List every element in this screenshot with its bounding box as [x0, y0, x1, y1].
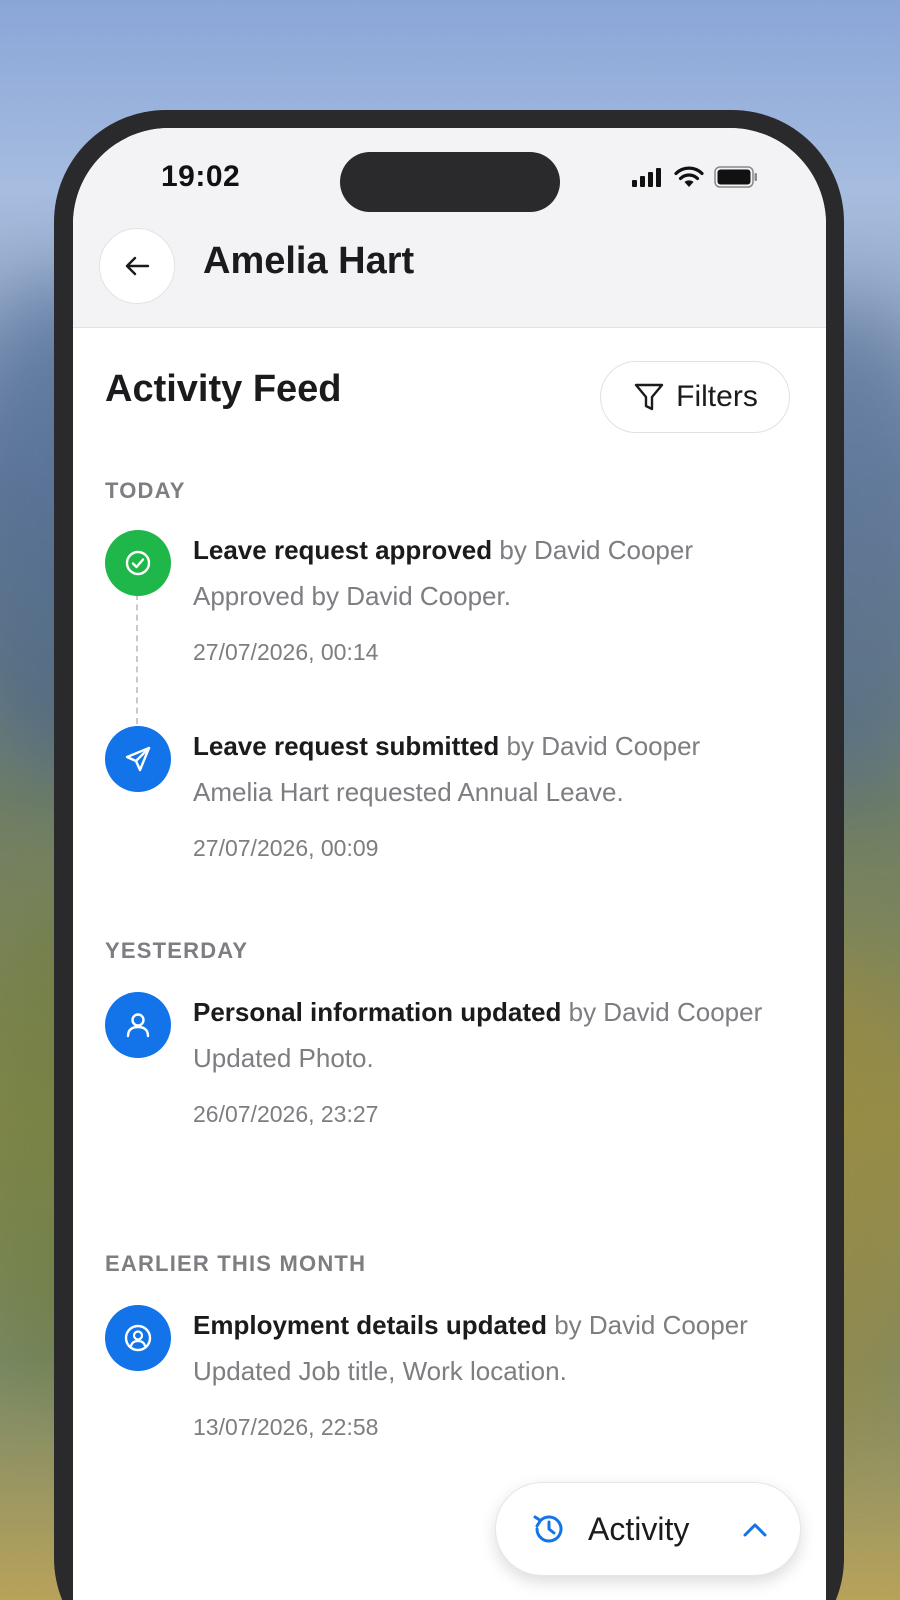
activity-label: Activity [588, 1510, 690, 1547]
filter-icon [634, 383, 664, 411]
user-circle-icon [105, 1305, 171, 1371]
arrow-left-icon [125, 256, 150, 276]
activity-actor: by David Cooper [506, 731, 701, 761]
user-icon [105, 992, 171, 1058]
activity-action: Leave request approved [193, 535, 493, 565]
activity-actor: by David Cooper [499, 535, 694, 565]
timeline-connector [136, 594, 138, 724]
activity-actor: by David Cooper [568, 997, 763, 1027]
activity-action: Leave request submitted [193, 731, 500, 761]
status-icons [632, 166, 758, 188]
page-title: Amelia Hart [203, 240, 415, 282]
check-circle-icon [105, 530, 171, 596]
activity-description: Updated Photo. [193, 1043, 374, 1073]
section-label-today: TODAY [105, 478, 186, 503]
feed-title: Activity Feed [105, 368, 342, 410]
phone-screen: 19:02 Amelia Hart Activity Feed Filters … [73, 128, 826, 1600]
dynamic-island [340, 152, 560, 212]
status-time: 19:02 [161, 160, 241, 193]
back-button[interactable] [99, 228, 175, 304]
filters-button[interactable]: Filters [600, 361, 790, 433]
activity-description: Approved by David Cooper. [193, 581, 511, 611]
activity-description: Updated Job title, Work location. [193, 1356, 567, 1386]
activity-toggle-button[interactable]: Activity [495, 1482, 801, 1576]
activity-description: Amelia Hart requested Annual Leave. [193, 777, 624, 807]
activity-date: 26/07/2026, 23:27 [193, 1101, 379, 1127]
wifi-icon [674, 166, 704, 187]
activity-date: 27/07/2026, 00:09 [193, 835, 379, 861]
filters-label: Filters [676, 380, 758, 413]
activity-actor: by David Cooper [554, 1310, 748, 1340]
activity-action: Employment details updated [193, 1310, 547, 1340]
section-label-earlier-this-month: EARLIER THIS MONTH [105, 1251, 367, 1276]
battery-icon [714, 166, 757, 188]
section-label-yesterday: YESTERDAY [105, 938, 249, 963]
signal-icon [632, 168, 661, 187]
chevron-up-icon [743, 1523, 767, 1537]
history-icon [533, 1515, 563, 1543]
send-icon [105, 726, 171, 792]
activity-date: 27/07/2026, 00:14 [193, 639, 379, 665]
activity-action: Personal information updated [193, 997, 562, 1027]
activity-date: 13/07/2026, 22:58 [193, 1414, 379, 1440]
